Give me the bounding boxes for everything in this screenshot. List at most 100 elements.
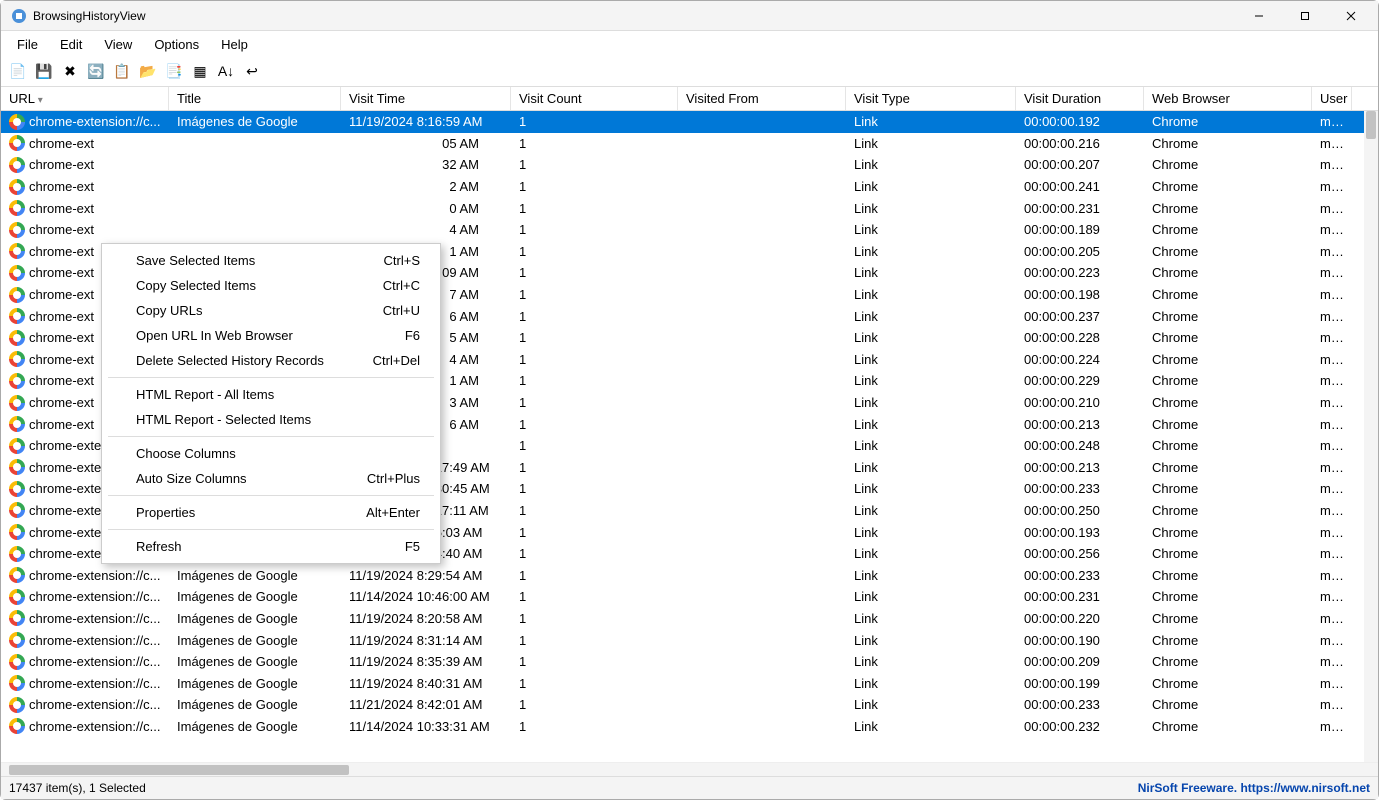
toolbar-btn-4[interactable]: 📋 bbox=[111, 60, 133, 82]
table-row[interactable]: chrome-extension://c...Imágenes de Googl… bbox=[1, 608, 1378, 630]
cell-type: Link bbox=[846, 157, 1016, 172]
cell-dur: 00:00:00.228 bbox=[1016, 330, 1144, 345]
cell-user: merc bbox=[1312, 481, 1352, 496]
table-row[interactable]: chrome-ext2 AM1Link00:00:00.241Chromemer… bbox=[1, 176, 1378, 198]
table-row[interactable]: chrome-extension://c...Imágenes de Googl… bbox=[1, 694, 1378, 716]
context-menu-accel: Ctrl+S bbox=[384, 253, 420, 268]
toolbar-btn-8[interactable]: A↓ bbox=[215, 60, 237, 82]
toolbar-btn-1[interactable]: 💾 bbox=[33, 60, 55, 82]
column-header-visit-type[interactable]: Visit Type bbox=[846, 87, 1016, 110]
cell-browser: Chrome bbox=[1144, 697, 1312, 712]
table-row[interactable]: chrome-ext0 AM1Link00:00:00.231Chromemer… bbox=[1, 197, 1378, 219]
context-menu-choose-columns[interactable]: Choose Columns bbox=[102, 441, 440, 466]
cell-user: merc bbox=[1312, 373, 1352, 388]
chrome-icon bbox=[9, 157, 25, 173]
cell-browser: Chrome bbox=[1144, 568, 1312, 583]
menu-view[interactable]: View bbox=[94, 33, 142, 56]
toolbar-btn-9[interactable]: ↩ bbox=[241, 60, 263, 82]
cell-user: merc bbox=[1312, 654, 1352, 669]
cell-count: 1 bbox=[511, 136, 678, 151]
context-menu-label: Refresh bbox=[136, 539, 182, 554]
column-header-visit-count[interactable]: Visit Count bbox=[511, 87, 678, 110]
cell-count: 1 bbox=[511, 330, 678, 345]
cell-user: merc bbox=[1312, 417, 1352, 432]
table-row[interactable]: chrome-extension://c...Imágenes de Googl… bbox=[1, 564, 1378, 586]
column-header-user-i[interactable]: User I bbox=[1312, 87, 1352, 110]
table-row[interactable]: chrome-extension://c...Imágenes de Googl… bbox=[1, 111, 1378, 133]
context-menu-html-report-selected-items[interactable]: HTML Report - Selected Items bbox=[102, 407, 440, 432]
cell-count: 1 bbox=[511, 697, 678, 712]
chrome-icon bbox=[9, 502, 25, 518]
cell-browser: Chrome bbox=[1144, 503, 1312, 518]
close-button[interactable] bbox=[1328, 1, 1374, 31]
column-header-visit-time[interactable]: Visit Time bbox=[341, 87, 511, 110]
toolbar-btn-2[interactable]: ✖ bbox=[59, 60, 81, 82]
column-header-web-browser[interactable]: Web Browser bbox=[1144, 87, 1312, 110]
vertical-scrollbar[interactable] bbox=[1364, 111, 1378, 762]
toolbar-btn-5[interactable]: 📂 bbox=[137, 60, 159, 82]
context-menu-delete-selected-history-records[interactable]: Delete Selected History RecordsCtrl+Del bbox=[102, 348, 440, 373]
context-menu-accel: Ctrl+Plus bbox=[367, 471, 420, 486]
table-row[interactable]: chrome-ext32 AM1Link00:00:00.207Chromeme… bbox=[1, 154, 1378, 176]
status-right[interactable]: NirSoft Freeware. https://www.nirsoft.ne… bbox=[1130, 777, 1378, 799]
menu-options[interactable]: Options bbox=[144, 33, 209, 56]
cell-user: merc bbox=[1312, 395, 1352, 410]
cell-url: chrome-ext bbox=[1, 135, 169, 151]
toolbar-btn-3[interactable]: 🔄 bbox=[85, 60, 107, 82]
maximize-button[interactable] bbox=[1282, 1, 1328, 31]
cell-type: Link bbox=[846, 201, 1016, 216]
cell-browser: Chrome bbox=[1144, 330, 1312, 345]
context-menu-html-report-all-items[interactable]: HTML Report - All Items bbox=[102, 382, 440, 407]
grid: chrome-extension://c...Imágenes de Googl… bbox=[1, 111, 1378, 762]
context-menu-open-url-in-web-browser[interactable]: Open URL In Web BrowserF6 bbox=[102, 323, 440, 348]
table-row[interactable]: chrome-extension://c...Imágenes de Googl… bbox=[1, 716, 1378, 738]
cell-type: Link bbox=[846, 611, 1016, 626]
table-row[interactable]: chrome-ext4 AM1Link00:00:00.189Chromemer… bbox=[1, 219, 1378, 241]
toolbar-btn-7[interactable]: ▦ bbox=[189, 60, 211, 82]
chrome-icon bbox=[9, 610, 25, 626]
cell-time: 11/19/2024 8:20:58 AM bbox=[341, 611, 511, 626]
cell-count: 1 bbox=[511, 438, 678, 453]
context-menu-label: Open URL In Web Browser bbox=[136, 328, 293, 343]
cell-browser: Chrome bbox=[1144, 417, 1312, 432]
cell-type: Link bbox=[846, 525, 1016, 540]
toolbar-btn-0[interactable]: 📄 bbox=[7, 60, 29, 82]
toolbar-btn-6[interactable]: 📑 bbox=[163, 60, 185, 82]
menu-file[interactable]: File bbox=[7, 33, 48, 56]
column-header-title[interactable]: Title bbox=[169, 87, 341, 110]
context-menu-save-selected-items[interactable]: Save Selected ItemsCtrl+S bbox=[102, 248, 440, 273]
cell-browser: Chrome bbox=[1144, 352, 1312, 367]
horizontal-scrollbar[interactable] bbox=[1, 762, 1378, 776]
context-menu-copy-selected-items[interactable]: Copy Selected ItemsCtrl+C bbox=[102, 273, 440, 298]
chrome-icon bbox=[9, 632, 25, 648]
context-menu-properties[interactable]: PropertiesAlt+Enter bbox=[102, 500, 440, 525]
cell-url: chrome-extension://c... bbox=[1, 589, 169, 605]
chrome-icon bbox=[9, 675, 25, 691]
column-header-visit-duration[interactable]: Visit Duration bbox=[1016, 87, 1144, 110]
table-row[interactable]: chrome-extension://c...Imágenes de Googl… bbox=[1, 672, 1378, 694]
menu-edit[interactable]: Edit bbox=[50, 33, 92, 56]
context-menu-auto-size-columns[interactable]: Auto Size Columns Ctrl+Plus bbox=[102, 466, 440, 491]
cell-count: 1 bbox=[511, 287, 678, 302]
table-row[interactable]: chrome-extension://c...Imágenes de Googl… bbox=[1, 629, 1378, 651]
column-header-url[interactable]: URL bbox=[1, 87, 169, 110]
table-row[interactable]: chrome-ext05 AM1Link00:00:00.216Chromeme… bbox=[1, 133, 1378, 155]
chrome-icon bbox=[9, 308, 25, 324]
table-row[interactable]: chrome-extension://c...Imágenes de Googl… bbox=[1, 651, 1378, 673]
table-row[interactable]: chrome-extension://c...Imágenes de Googl… bbox=[1, 586, 1378, 608]
cell-type: Link bbox=[846, 568, 1016, 583]
cell-browser: Chrome bbox=[1144, 157, 1312, 172]
cell-type: Link bbox=[846, 633, 1016, 648]
cell-url: chrome-ext bbox=[1, 179, 169, 195]
column-header-visited-from[interactable]: Visited From bbox=[678, 87, 846, 110]
chrome-icon bbox=[9, 351, 25, 367]
context-menu-refresh[interactable]: RefreshF5 bbox=[102, 534, 440, 559]
cell-time: 11/19/2024 8:35:39 AM bbox=[341, 654, 511, 669]
cell-type: Link bbox=[846, 395, 1016, 410]
cell-dur: 00:00:00.231 bbox=[1016, 201, 1144, 216]
minimize-button[interactable] bbox=[1236, 1, 1282, 31]
menu-help[interactable]: Help bbox=[211, 33, 258, 56]
cell-url: chrome-extension://c... bbox=[1, 675, 169, 691]
context-menu-label: Auto Size Columns bbox=[136, 471, 247, 486]
context-menu-copy-urls[interactable]: Copy URLsCtrl+U bbox=[102, 298, 440, 323]
